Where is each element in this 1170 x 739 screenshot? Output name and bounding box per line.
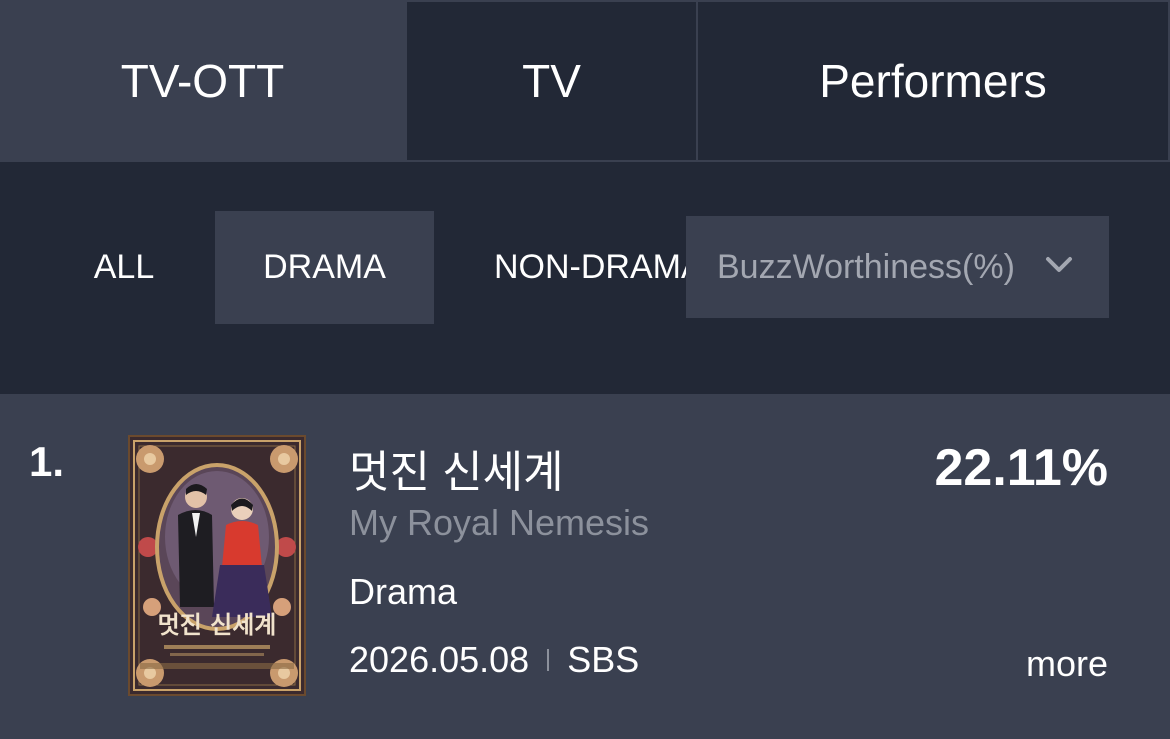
meta-divider	[547, 649, 550, 671]
filter-chip-all[interactable]: ALL	[60, 211, 188, 324]
ranking-page: TV-OTT TV Performers ALL DRAMA NON-DRAMA…	[0, 0, 1170, 739]
buzz-percent: 22.11%	[934, 439, 1109, 497]
poster-title-text: 멋진 신세계	[158, 610, 277, 639]
meta-line: 2026.05.08 SBS	[349, 639, 639, 681]
genre-label: Drama	[349, 571, 458, 612]
tab-tv-ott[interactable]: TV-OTT	[0, 0, 405, 162]
filter-chip-non-drama[interactable]: NON-DRAMA	[472, 211, 686, 324]
more-link[interactable]: more	[1026, 643, 1108, 685]
tab-performers[interactable]: Performers	[696, 0, 1170, 162]
filter-bar: ALL DRAMA NON-DRAMA BuzzWorthiness(%)	[0, 162, 1170, 394]
rank-number: 1.	[29, 438, 65, 485]
chevron-down-icon	[1046, 257, 1072, 272]
poster-image[interactable]: 멋진 신세계	[128, 435, 306, 696]
title-english: My Royal Nemesis	[349, 502, 650, 543]
title-korean[interactable]: 멋진 신세계	[349, 436, 564, 500]
sort-select[interactable]: BuzzWorthiness(%)	[686, 216, 1109, 318]
sort-select-value: BuzzWorthiness(%)	[717, 247, 1015, 286]
air-date: 2026.05.08	[349, 639, 530, 680]
poster-illustration: 멋진 신세계	[130, 437, 304, 694]
tab-tv[interactable]: TV	[405, 0, 696, 162]
filter-chip-drama[interactable]: DRAMA	[215, 211, 434, 324]
channel-name: SBS	[567, 639, 640, 680]
ranking-list: 1. 멋진 신세계 멋진 신세계 My Royal Nemesis Drama …	[0, 394, 1170, 739]
category-tabs: TV-OTT TV Performers	[0, 0, 1170, 162]
